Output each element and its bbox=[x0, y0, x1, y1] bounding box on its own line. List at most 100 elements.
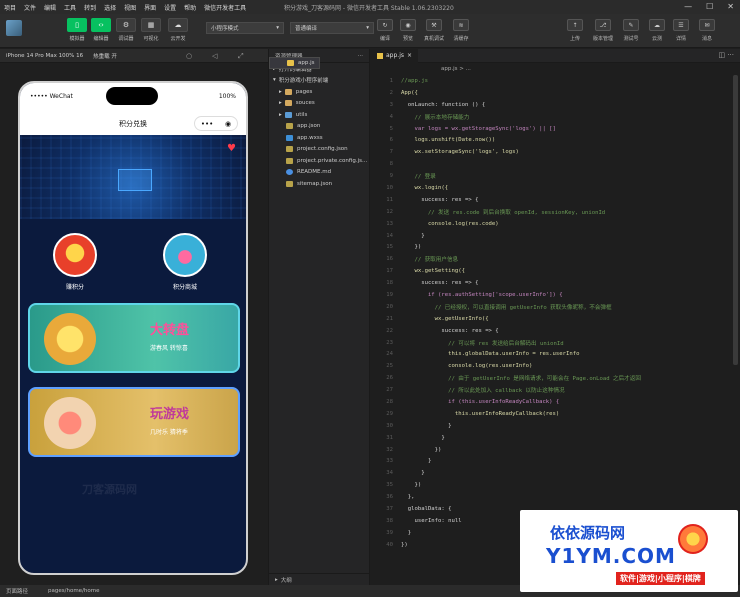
compile-select[interactable]: 普通编译 ▾ bbox=[290, 22, 374, 34]
menu-item-interface[interactable]: 界面 bbox=[140, 3, 160, 12]
code-line[interactable]: 25 console.log(res.userInfo) bbox=[371, 360, 740, 372]
menu-item-select[interactable]: 选择 bbox=[100, 3, 120, 12]
visual-button[interactable]: ▦ 可视化 bbox=[140, 18, 162, 42]
menu-item-goto[interactable]: 转到 bbox=[80, 3, 100, 12]
code-line[interactable]: 9 // 登录 bbox=[371, 170, 740, 182]
code-line[interactable]: 36 }, bbox=[371, 491, 740, 503]
code-line[interactable]: 34 } bbox=[371, 467, 740, 479]
code-line[interactable]: 22 success: res => { bbox=[371, 325, 740, 337]
menu-item-help[interactable]: 帮助 bbox=[180, 3, 200, 12]
code-line[interactable]: 18 success: res => { bbox=[371, 277, 740, 289]
record-icon[interactable]: ○ bbox=[186, 52, 192, 60]
preview-button[interactable]: ◉ 预览 bbox=[395, 19, 421, 42]
upload-button[interactable]: ↑ 上传 bbox=[562, 19, 588, 42]
lucky-wheel-card[interactable]: 大转盘 游春风 转惊喜 bbox=[28, 303, 240, 373]
menu-item-project[interactable]: 项目 bbox=[0, 3, 20, 12]
menu-item-devtools[interactable]: 微信开发者工具 bbox=[200, 3, 250, 12]
code-line[interactable]: 24 this.globalData.userInfo = res.userIn… bbox=[371, 348, 740, 360]
simulator-button[interactable]: ▯ 模拟器 bbox=[66, 18, 88, 42]
menu-item-settings[interactable]: 设置 bbox=[160, 3, 180, 12]
tree-item-sitemap[interactable]: sitemap.json bbox=[269, 178, 369, 190]
clear-cache-button[interactable]: ≋ 清缓存 bbox=[448, 19, 474, 42]
more-icon[interactable]: ••• bbox=[201, 120, 213, 128]
code-line[interactable]: 35 }) bbox=[371, 479, 740, 491]
minimize-icon[interactable]: — bbox=[684, 2, 692, 11]
tree-item-utils[interactable]: ▸ utils bbox=[269, 109, 369, 121]
messages-button[interactable]: ✉ 消息 bbox=[694, 19, 720, 42]
editor-button[interactable]: ‹› 编辑器 bbox=[90, 18, 112, 42]
editor-scrollbar[interactable] bbox=[733, 75, 738, 365]
code-line[interactable]: 31 } bbox=[371, 432, 740, 444]
more-icon[interactable]: ··· bbox=[358, 53, 363, 59]
code-line[interactable]: 8 bbox=[371, 158, 740, 170]
menu-item-view[interactable]: 视图 bbox=[120, 3, 140, 12]
tree-item-app-json[interactable]: app.json bbox=[269, 121, 369, 133]
menu-item-edit[interactable]: 编辑 bbox=[40, 3, 60, 12]
avatar[interactable] bbox=[6, 20, 22, 36]
split-editor-icon[interactable]: ◫ ··· bbox=[718, 51, 734, 59]
code-line[interactable]: 15 }) bbox=[371, 241, 740, 253]
tree-item-readme[interactable]: README.md bbox=[269, 167, 369, 179]
remote-debug-button[interactable]: ⚒ 真机调试 bbox=[421, 19, 447, 42]
device-select[interactable]: iPhone 14 Pro Max 100% 16 bbox=[6, 53, 83, 59]
points-mall-entry[interactable]: 积分商城 bbox=[155, 233, 215, 291]
earn-points-entry[interactable]: 赚积分 bbox=[45, 233, 105, 291]
tree-item-souces[interactable]: ▸ souces bbox=[269, 98, 369, 110]
code-line[interactable]: 27 // 所以此处加入 callback 以防止这种情况 bbox=[371, 384, 740, 396]
close-target-icon[interactable]: ◉ bbox=[225, 120, 231, 128]
code-line[interactable]: 7 wx.setStorageSync('logs', logs) bbox=[371, 146, 740, 158]
code-line[interactable]: 1 //app.js bbox=[371, 75, 740, 87]
test-account-button[interactable]: ✎ 测试号 bbox=[618, 19, 644, 42]
code-line[interactable]: 30 } bbox=[371, 420, 740, 432]
code-line[interactable]: 4 // 展示本地存储能力 bbox=[371, 111, 740, 123]
code-line[interactable]: 17 wx.getSetting({ bbox=[371, 265, 740, 277]
version-button[interactable]: ⎇ 版本管理 bbox=[590, 19, 616, 42]
project-section[interactable]: ▾ 积分游戏小程序前端 bbox=[269, 75, 369, 87]
heart-icon[interactable]: ♥ bbox=[227, 143, 236, 154]
shop-icon bbox=[163, 233, 207, 277]
outline-section[interactable]: ▸ 大纲 bbox=[269, 573, 369, 585]
tree-item-app-wxss[interactable]: app.wxss bbox=[269, 132, 369, 144]
code-line[interactable]: 19 if (res.authSetting['scope.userInfo']… bbox=[371, 289, 740, 301]
code-line[interactable]: 2 App({ bbox=[371, 87, 740, 99]
code-line[interactable]: 3 onLaunch: function () { bbox=[371, 99, 740, 111]
code-line[interactable]: 20 // 已经授权，可以直接调用 getUserInfo 获取头像昵称，不会弹… bbox=[371, 301, 740, 313]
code-line[interactable]: 11 success: res => { bbox=[371, 194, 740, 206]
code-line[interactable]: 14 } bbox=[371, 230, 740, 242]
code-line[interactable]: 29 this.userInfoReadyCallback(res) bbox=[371, 408, 740, 420]
fullscreen-icon[interactable]: ⤢ bbox=[238, 52, 244, 61]
tree-item-project-private-config[interactable]: project.private.config.js... bbox=[269, 155, 369, 167]
code-line[interactable]: 33 } bbox=[371, 456, 740, 468]
code-lines[interactable]: 1 //app.js 2 App({3 onLaunch: function () {… bbox=[371, 75, 740, 551]
code-line[interactable]: 28 if (this.userInfoReadyCallback) { bbox=[371, 396, 740, 408]
code-line[interactable]: 13 console.log(res.code) bbox=[371, 218, 740, 230]
close-icon[interactable]: × bbox=[407, 52, 412, 59]
page-path-label[interactable]: 页面路径 bbox=[6, 587, 28, 595]
code-line[interactable]: 10 wx.login({ bbox=[371, 182, 740, 194]
code-line[interactable]: 16 // 获取用户信息 bbox=[371, 253, 740, 265]
debugger-button[interactable]: ⚙ 调试器 bbox=[115, 18, 137, 42]
tree-item-project-config[interactable]: project.config.json bbox=[269, 144, 369, 156]
code-line[interactable]: 32 }) bbox=[371, 444, 740, 456]
code-line[interactable]: 12 // 发送 res.code 到后台换取 openId, sessionK… bbox=[371, 206, 740, 218]
tab-app-js[interactable]: app.js × bbox=[371, 48, 419, 63]
hotreload-toggle[interactable]: 热重载 开 bbox=[93, 52, 117, 60]
capsule-menu[interactable]: ••• ◉ bbox=[194, 116, 238, 131]
cloud-dev-button[interactable]: ☁ 云开发 bbox=[167, 18, 189, 42]
close-icon[interactable]: ✕ bbox=[727, 2, 734, 11]
code-line[interactable]: 6 logs.unshift(Date.now()) bbox=[371, 134, 740, 146]
maximize-icon[interactable]: ☐ bbox=[706, 2, 713, 11]
tree-item-pages[interactable]: ▸ pages bbox=[269, 86, 369, 98]
tree-item-app-js[interactable]: app.js bbox=[269, 57, 320, 69]
menu-item-file[interactable]: 文件 bbox=[20, 3, 40, 12]
code-line[interactable]: 23 // 可以将 res 发送给后台解码出 unionId bbox=[371, 337, 740, 349]
mode-select[interactable]: 小程序模式 ▾ bbox=[206, 22, 284, 34]
details-button[interactable]: ☰ 详情 bbox=[668, 19, 694, 42]
play-game-card[interactable]: 玩游戏 几时乐 猜将季 bbox=[28, 387, 240, 457]
volume-icon[interactable]: ◁ bbox=[212, 52, 217, 60]
code-line[interactable]: 5 var logs = wx.getStorageSync('logs') |… bbox=[371, 123, 740, 135]
code-line[interactable]: 21 wx.getUserInfo({ bbox=[371, 313, 740, 325]
menu-item-tools[interactable]: 工具 bbox=[60, 3, 80, 12]
cloud-test-button[interactable]: ☁ 云测 bbox=[644, 19, 670, 42]
code-line[interactable]: 26 // 由于 getUserInfo 是网络请求，可能会在 Page.onL… bbox=[371, 372, 740, 384]
